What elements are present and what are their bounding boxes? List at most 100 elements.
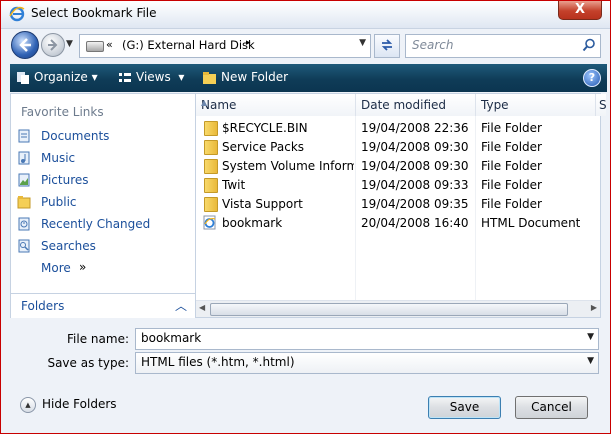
file-name-field[interactable]: bookmark ▼ [135,328,599,350]
file-name: bookmark [222,216,283,230]
file-type: File Folder [481,140,542,154]
file-date: 19/04/2008 09:35 [361,197,469,211]
nav-label: Public [41,195,77,209]
address-path[interactable]: (G:) External Hard Disk [122,38,255,52]
scroll-left-icon[interactable]: ◀ [199,303,205,312]
views-button[interactable]: Views ▾ [118,70,184,85]
scrollbar-thumb[interactable] [210,303,568,316]
nav-label: Searches [41,239,96,253]
address-bar[interactable]: « (G:) External Hard Disk ▸ ▼ [79,34,371,58]
back-arrow-icon [19,38,31,52]
nav-item-pictures[interactable]: Pictures [17,171,189,191]
file-row[interactable]: System Volume Inform... 19/04/2008 09:30… [196,157,600,176]
recently-changed-icon [18,217,30,231]
chevron-down-icon[interactable]: ▼ [587,332,594,342]
file-type: HTML Document [481,216,581,230]
search-input[interactable]: Search [405,34,601,58]
folders-label: Folders [21,299,65,313]
column-header-name[interactable]: Name ▲ [196,94,356,116]
chevron-up-icon: ▲ [20,397,36,413]
file-name-value: bookmark [141,331,202,345]
save-as-type-value: HTML files (*.htm, *.html) [141,355,295,369]
file-type: File Folder [481,178,542,192]
file-name: $RECYCLE.BIN [222,121,308,135]
refresh-button[interactable] [374,34,400,58]
file-type: File Folder [481,121,542,135]
column-header-label: Type [481,98,509,112]
folders-toggle[interactable]: Folders ︿ [11,293,195,318]
history-dropdown-icon[interactable]: ▼ [66,39,73,49]
hide-folders-label: Hide Folders [42,397,117,411]
column-header-label: Date modified [361,98,447,112]
file-date: 20/04/2008 16:40 [361,216,469,230]
back-button[interactable] [11,31,39,59]
sort-ascending-icon: ▲ [201,98,208,107]
folder-icon [204,197,218,212]
nav-item-searches[interactable]: Searches [17,237,189,257]
save-as-type-label: Save as type: [47,356,129,370]
file-type: File Folder [481,159,542,173]
search-icon[interactable] [582,38,596,52]
forward-button[interactable] [41,33,65,57]
file-name-label: File name: [67,332,129,346]
address-prefix[interactable]: « [106,38,113,51]
file-row[interactable]: bookmark 20/04/2008 16:40 HTML Document [196,214,600,233]
file-row[interactable]: Twit 19/04/2008 09:33 File Folder [196,176,600,195]
nav-item-public[interactable]: Public [17,193,189,213]
window-title: Select Bookmark File [31,6,157,20]
save-as-type-select[interactable]: HTML files (*.htm, *.html) ▼ [135,352,599,374]
file-row[interactable]: Vista Support 19/04/2008 09:35 File Fold… [196,195,600,214]
navigation-pane: Favorite Links Documents Music Pictures … [10,93,196,318]
nav-item-documents[interactable]: Documents [17,127,189,147]
folder-icon [204,159,218,174]
column-header-type[interactable]: Type [476,94,596,116]
close-button[interactable]: X [558,1,602,20]
file-name: Service Packs [222,140,305,154]
file-name: Vista Support [222,197,303,211]
folder-icon [204,178,218,193]
address-arrow-icon[interactable]: ▸ [246,38,251,48]
new-folder-label: New Folder [221,70,289,84]
nav-item-music[interactable]: Music [17,149,189,169]
new-folder-icon [203,71,216,84]
chevron-down-icon[interactable]: ▼ [587,356,594,366]
more-label: More [41,261,71,275]
file-name: System Volume Inform... [222,159,354,173]
column-header-label: S [599,98,607,112]
save-button[interactable]: Save [428,396,501,419]
address-dropdown-icon[interactable]: ▼ [359,38,366,48]
organize-icon [17,71,29,84]
file-type: File Folder [481,197,542,211]
horizontal-scrollbar[interactable]: ◀ ▶ [196,300,600,317]
organize-button[interactable]: Organize ▾ [16,70,98,85]
documents-icon [18,129,30,143]
new-folder-button[interactable]: New Folder [202,70,288,85]
command-toolbar: Organize ▾ Views ▾ New Folder ? [10,64,607,92]
help-icon[interactable]: ? [583,69,601,87]
favorite-links-heading: Favorite Links [21,105,104,119]
nav-label: Music [41,151,76,165]
html-document-icon [203,215,216,230]
file-row[interactable]: $RECYCLE.BIN 19/04/2008 22:36 File Folde… [196,119,600,138]
column-header-date[interactable]: Date modified [356,94,476,116]
file-row[interactable]: Service Packs 19/04/2008 09:30 File Fold… [196,138,600,157]
nav-more-link[interactable]: More » [17,259,189,279]
scroll-right-icon[interactable]: ▶ [591,303,597,312]
save-form: File name: bookmark ▼ Save as type: HTML… [1,319,610,433]
organize-label: Organize [34,70,88,84]
file-date: 19/04/2008 09:30 [361,140,469,154]
file-date: 19/04/2008 09:30 [361,159,469,173]
chevron-up-icon: ︿ [174,299,187,313]
cancel-button[interactable]: Cancel [515,396,588,419]
title-bar[interactable]: Select Bookmark File X [1,1,610,29]
views-icon [119,72,131,82]
column-header-size[interactable]: S [596,94,607,116]
views-label: Views [136,70,171,84]
nav-item-recently-changed[interactable]: Recently Changed [17,215,189,235]
file-date: 19/04/2008 22:36 [361,121,469,135]
drive-icon [86,41,104,52]
file-list: Name ▲ Date modified Type S $RECYCLE.BIN… [195,93,607,318]
search-placeholder: Search [412,38,454,52]
nav-label: Recently Changed [41,217,151,231]
nav-label: Documents [41,129,110,143]
